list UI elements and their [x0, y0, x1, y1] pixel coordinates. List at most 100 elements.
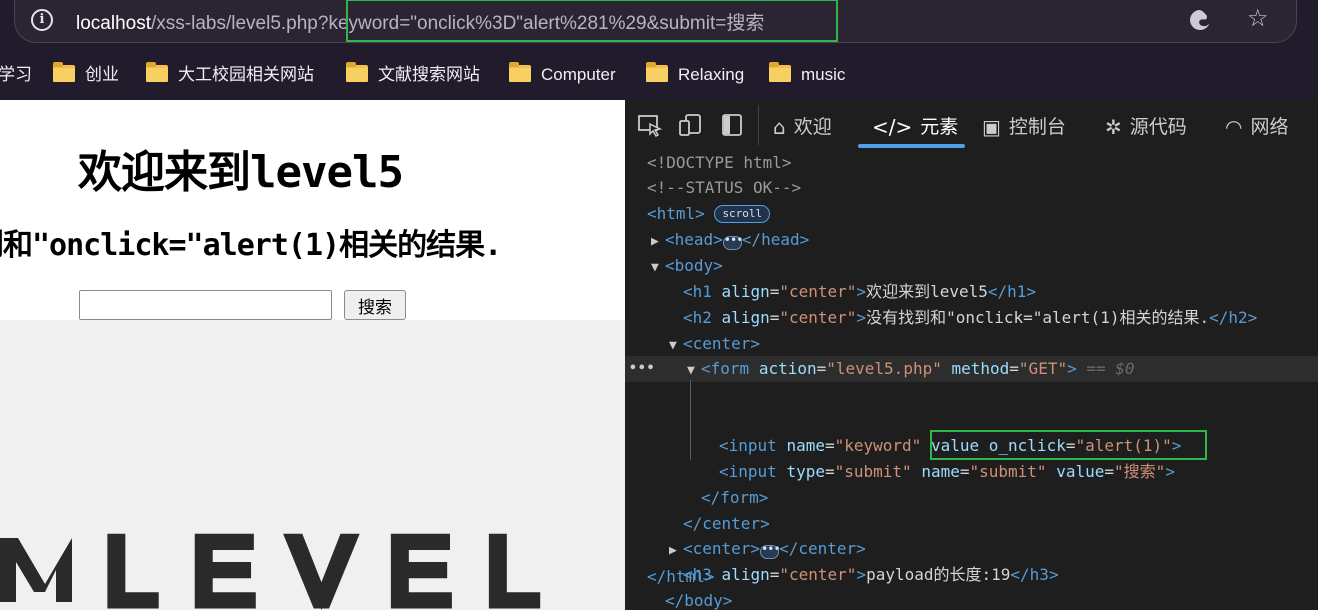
- attr-value: "GET": [1018, 359, 1068, 378]
- attr-value: "keyword": [834, 436, 922, 455]
- bookmark-label: Relaxing: [678, 65, 745, 84]
- attr-value: "搜索": [1114, 462, 1166, 481]
- dom-input-submit[interactable]: <input type="submit" name="submit" value…: [719, 459, 1175, 485]
- bookmark-label: Computer: [541, 65, 616, 84]
- bookmark-label: 创业: [85, 65, 119, 84]
- search-submit-button[interactable]: 搜索: [344, 290, 406, 320]
- toggle-sidebar-icon[interactable]: [720, 113, 746, 137]
- tab-elements[interactable]: </> 元素: [872, 112, 959, 139]
- bookmark-label: music: [801, 65, 846, 84]
- bookmark-study[interactable]: 学习: [0, 64, 32, 88]
- active-tab-indicator: [858, 144, 965, 148]
- dom-body[interactable]: ▼ <body>: [651, 253, 723, 279]
- attr-value: "submit": [834, 462, 912, 481]
- folder-icon: [53, 62, 75, 82]
- url-path: /xss-labs/level5.php: [151, 13, 318, 34]
- dom-h3[interactable]: <h3 align="center">payload的长度:19</h3>: [683, 562, 1059, 588]
- center-tag: <center>: [683, 334, 761, 353]
- attr-value: "center": [779, 282, 857, 301]
- attr-name: align: [721, 565, 770, 584]
- level-logo-image: LEVEL: [0, 532, 573, 610]
- dom-center-close[interactable]: </center>: [683, 511, 770, 537]
- tab-network[interactable]: ◠ 网络: [1225, 112, 1288, 139]
- inspect-element-icon[interactable]: [637, 113, 663, 137]
- bookmark-music[interactable]: music: [769, 62, 846, 88]
- dom-center[interactable]: ▼ <center>: [669, 331, 760, 357]
- attr-name: name: [786, 436, 825, 455]
- h3-close-tag: </h3>: [1010, 565, 1059, 584]
- attr-value: "center": [779, 308, 857, 327]
- collapse-triangle-icon[interactable]: ▼: [651, 255, 665, 281]
- bookmark-computer[interactable]: Computer: [509, 62, 616, 88]
- device-emulation-icon[interactable]: [678, 113, 704, 137]
- bug-icon: ✲: [1105, 115, 1122, 139]
- center-tag: <center>: [683, 539, 761, 558]
- folder-icon: [146, 62, 168, 82]
- comment-text: <!--STATUS OK-->: [647, 178, 802, 197]
- dom-center-2[interactable]: ▶ <center>•••</center>: [669, 536, 866, 562]
- address-bar[interactable]: i localhost/xss-labs/level5.php?keyword=…: [14, 0, 1297, 43]
- dom-comment[interactable]: <!--STATUS OK-->: [647, 175, 801, 201]
- dom-body-close[interactable]: </body>: [665, 588, 732, 610]
- logo-text: LEVEL: [104, 532, 573, 610]
- bookmark-campus-sites[interactable]: 大工校园相关网站: [146, 62, 314, 88]
- attr-name: name: [921, 462, 960, 481]
- keyword-input[interactable]: [79, 290, 332, 320]
- site-info-icon[interactable]: i: [31, 9, 53, 31]
- bookmark-relaxing[interactable]: Relaxing: [646, 62, 745, 88]
- tab-console[interactable]: ▣ 控制台: [982, 112, 1066, 139]
- center-close-tag: </center>: [779, 539, 866, 558]
- bookmark-literature-search[interactable]: 文献搜索网站: [346, 62, 480, 88]
- tab-label: 控制台: [1008, 116, 1066, 138]
- dom-head[interactable]: ▶ <head>•••</head>: [651, 227, 809, 253]
- wifi-icon: ◠: [1225, 115, 1243, 139]
- collapse-triangle-icon[interactable]: ▼: [687, 358, 701, 384]
- toolbar-divider: [758, 105, 759, 145]
- input-tag: <input: [719, 462, 777, 481]
- collapsed-dots-icon[interactable]: •••: [722, 234, 743, 250]
- folder-icon: [646, 62, 668, 82]
- h2-tag: <h2: [683, 308, 712, 327]
- dom-h2[interactable]: <h2 align="center">没有找到和"onclick="alert(…: [683, 305, 1257, 331]
- dom-html[interactable]: <html> scroll: [647, 201, 771, 227]
- doctype-text: <!DOCTYPE html>: [647, 153, 792, 172]
- folder-icon: [346, 62, 368, 82]
- node-actions-ellipsis[interactable]: •••: [629, 356, 655, 382]
- console-icon: ▣: [982, 115, 1001, 139]
- page-heading: 欢迎来到level5: [78, 147, 404, 198]
- form-close-tag: </form>: [701, 488, 769, 507]
- dom-html-close[interactable]: </html>: [647, 564, 714, 590]
- attr-name: align: [721, 308, 770, 327]
- tab-label: 源代码: [1129, 116, 1187, 138]
- scroll-badge[interactable]: scroll: [714, 205, 771, 223]
- edge-refresh-icon[interactable]: [1188, 8, 1212, 32]
- bookmark-label: 学习: [0, 65, 32, 84]
- collapse-triangle-icon[interactable]: ▼: [669, 333, 683, 359]
- expand-triangle-icon[interactable]: ▶: [669, 538, 683, 564]
- head-tag: <head>: [665, 230, 723, 249]
- expand-triangle-icon[interactable]: ▶: [651, 229, 665, 255]
- center-close-tag: </center>: [683, 514, 770, 533]
- devtools-panel: ⌂ 欢迎 </> 元素 ▣ 控制台 ✲ 源代码 ◠ 网络 ••• <!DOCTYPE ht…: [625, 100, 1318, 610]
- tree-guide-line: [690, 380, 691, 460]
- favorite-star-icon[interactable]: ☆: [1247, 4, 1269, 32]
- html-close-tag: </html>: [647, 567, 715, 586]
- attr-value: "level5.php": [826, 359, 942, 378]
- bookmark-startup[interactable]: 创业: [53, 62, 119, 88]
- dom-form[interactable]: ▼ <form action="level5.php" method="GET">…: [687, 356, 1135, 382]
- h2-close-tag: </h2>: [1209, 308, 1258, 327]
- tab-welcome[interactable]: ⌂ 欢迎: [773, 112, 832, 139]
- head-close-tag: </head>: [741, 230, 810, 249]
- h1-close-tag: </h1>: [987, 282, 1037, 301]
- tab-sources[interactable]: ✲ 源代码: [1105, 112, 1187, 139]
- page-content-area: [0, 100, 625, 320]
- dom-h1[interactable]: <h1 align="center">欢迎来到level5</h1>: [683, 279, 1036, 305]
- attr-value: "center": [779, 565, 857, 584]
- collapsed-dots-icon[interactable]: •••: [760, 543, 781, 559]
- html-tag: <html>: [647, 204, 705, 223]
- dom-doctype[interactable]: <!DOCTYPE html>: [647, 150, 792, 176]
- attr-name: action: [758, 359, 817, 378]
- body-close-tag: </body>: [665, 591, 733, 610]
- tab-label: 元素: [920, 116, 959, 138]
- dom-form-close[interactable]: </form>: [701, 485, 768, 511]
